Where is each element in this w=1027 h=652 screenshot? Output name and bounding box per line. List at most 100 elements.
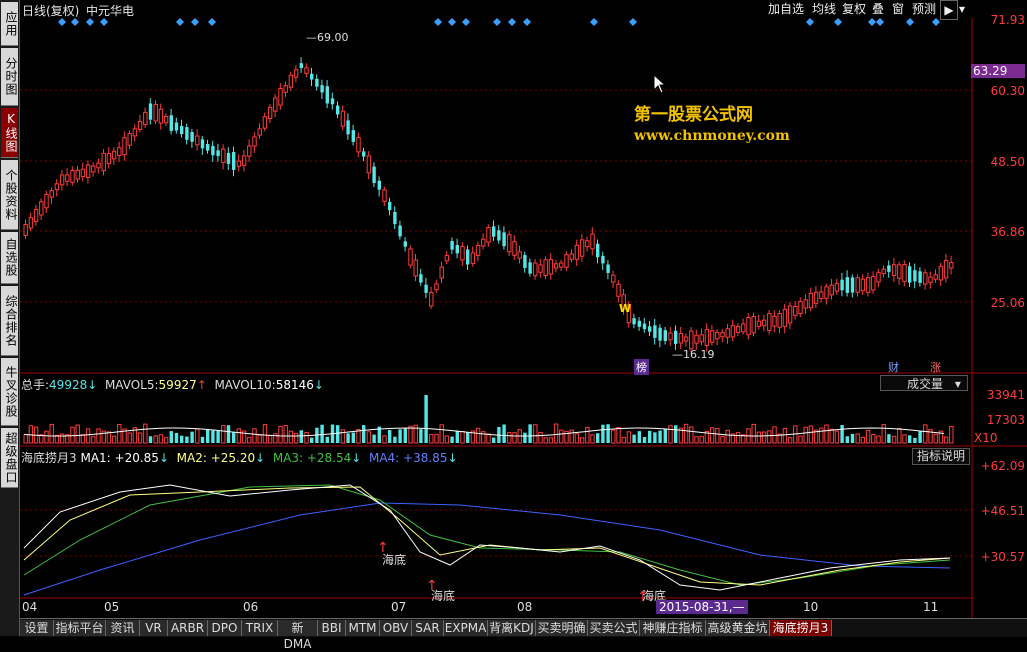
- indicator-tab[interactable]: BBI: [318, 620, 346, 636]
- candle-body: [356, 136, 361, 153]
- volume-bar: [798, 435, 803, 444]
- candle-body: [455, 245, 459, 254]
- candle-body: [642, 323, 647, 330]
- chart-period[interactable]: 日线(复权): [22, 2, 79, 19]
- indicator-tab[interactable]: 高级黄金坑: [706, 620, 770, 636]
- window-button[interactable]: 窗: [890, 0, 906, 18]
- candle-body: [694, 334, 699, 344]
- candle-body: [761, 319, 767, 327]
- indicator-tab[interactable]: MTM: [346, 620, 380, 636]
- indicator-tab[interactable]: 新DMA: [278, 620, 318, 651]
- candle-body: [689, 330, 694, 350]
- candle-body: [158, 108, 164, 124]
- volume-bar: [216, 431, 220, 443]
- candle-body: [39, 201, 44, 216]
- rank-marker[interactable]: 榜: [634, 359, 649, 375]
- indicator-tab[interactable]: 神赚庄指标: [640, 620, 706, 636]
- volume-bar: [372, 434, 376, 443]
- candle-body: [132, 128, 138, 137]
- add-watch-button[interactable]: 加自选: [766, 0, 806, 18]
- volume-bar: [403, 428, 407, 443]
- candle-body: [523, 255, 527, 268]
- candle-body: [366, 155, 372, 174]
- volume-bar: [553, 423, 559, 444]
- candle-body: [741, 323, 746, 333]
- candle-body: [23, 224, 28, 236]
- play-icon[interactable]: ▶: [940, 0, 958, 20]
- candle-body: [819, 291, 824, 299]
- volume-bar: [648, 430, 652, 443]
- volume-bar: [590, 434, 595, 444]
- adjust-button[interactable]: 复权: [840, 0, 868, 18]
- volume-bar: [398, 429, 402, 443]
- indicator-tab[interactable]: TRIX: [242, 620, 278, 636]
- indicator-tab[interactable]: 背离KDJ: [488, 620, 536, 636]
- price-axis-label: 60.30: [990, 84, 1025, 98]
- volume-indicator-select[interactable]: 成交量 ▾: [880, 375, 968, 391]
- volume-bar: [419, 429, 423, 443]
- candle-body: [860, 278, 866, 292]
- candle-body: [632, 318, 636, 325]
- cursor-date-label: 2015-08-31,—: [656, 600, 748, 614]
- current-price-tag: 63.29: [971, 64, 1025, 78]
- indicator-tab[interactable]: 海底捞月3: [770, 620, 832, 636]
- volume-bar: [683, 423, 689, 444]
- candle-body: [273, 97, 278, 112]
- candle-body: [709, 330, 715, 343]
- indicator-tab[interactable]: VR: [140, 620, 168, 636]
- volume-bar: [49, 423, 54, 444]
- candle-body: [777, 312, 782, 328]
- limit-up-marker[interactable]: 涨: [928, 359, 943, 375]
- volume-bar: [492, 437, 496, 443]
- indicator-lines: [23, 484, 951, 596]
- signal-diamond-icon: [58, 18, 66, 26]
- indicator-tab[interactable]: OBV: [380, 620, 412, 636]
- overlay-button[interactable]: 叠: [870, 0, 886, 18]
- x-axis-label: 08: [517, 600, 533, 614]
- indicator-tab[interactable]: ARBR: [168, 620, 208, 636]
- indicator-tab[interactable]: EXPMA: [444, 620, 488, 636]
- volume-bar: [876, 435, 881, 444]
- volume-bar: [787, 437, 793, 444]
- indicator-tab[interactable]: 买卖公式: [588, 620, 640, 636]
- indicator-tab[interactable]: 资讯: [106, 620, 140, 636]
- chevron-down-icon[interactable]: ▾: [957, 0, 967, 18]
- candle-body: [553, 263, 559, 269]
- stock-name: 中元华电: [86, 4, 135, 18]
- w-signal-marker[interactable]: W: [617, 302, 633, 315]
- volume-bar: [596, 433, 600, 443]
- signal-diamond-icon: [176, 18, 184, 26]
- volume-bar: [106, 431, 112, 444]
- chart-canvas[interactable]: [0, 0, 1027, 636]
- indicator-tab[interactable]: DPO: [208, 620, 242, 636]
- indicator-tab[interactable]: 设置: [20, 620, 54, 636]
- volume-bar: [232, 431, 236, 443]
- candle-body: [648, 326, 652, 332]
- signal-diamond-icon: [191, 18, 199, 26]
- volume-bar: [761, 431, 767, 444]
- mouse-cursor-icon: [653, 74, 667, 94]
- indicator-tab[interactable]: 指标平台: [54, 620, 106, 636]
- volume-bar: [918, 431, 922, 443]
- candle-body: [444, 255, 450, 262]
- candle-body: [470, 252, 476, 264]
- indicator-tab[interactable]: SAR: [412, 620, 444, 636]
- candle-body: [377, 180, 381, 190]
- indicator-help-button[interactable]: 指标说明: [912, 448, 970, 465]
- forecast-button[interactable]: 预测: [910, 0, 938, 18]
- volume-bar: [735, 431, 741, 444]
- volume-bar: [70, 426, 75, 444]
- finance-marker[interactable]: 财: [886, 359, 901, 375]
- candle-body: [351, 130, 355, 142]
- candle-body: [865, 277, 871, 293]
- price-axis-label: 48.50: [990, 155, 1025, 169]
- indicator-axis-label: +30.57: [980, 550, 1025, 564]
- ma-button[interactable]: 均线: [810, 0, 838, 18]
- volume-legend: 总手:49928↓ MAVOL5:59927↑ MAVOL10:58146↓: [21, 378, 324, 392]
- price-axis-label: 25.06: [990, 296, 1025, 310]
- indicator-tab[interactable]: 买卖明确: [536, 620, 588, 636]
- volume-bar: [278, 425, 283, 444]
- volume-bar: [293, 432, 299, 444]
- signal-diamond-icon: [462, 18, 470, 26]
- volume-bar: [393, 436, 397, 443]
